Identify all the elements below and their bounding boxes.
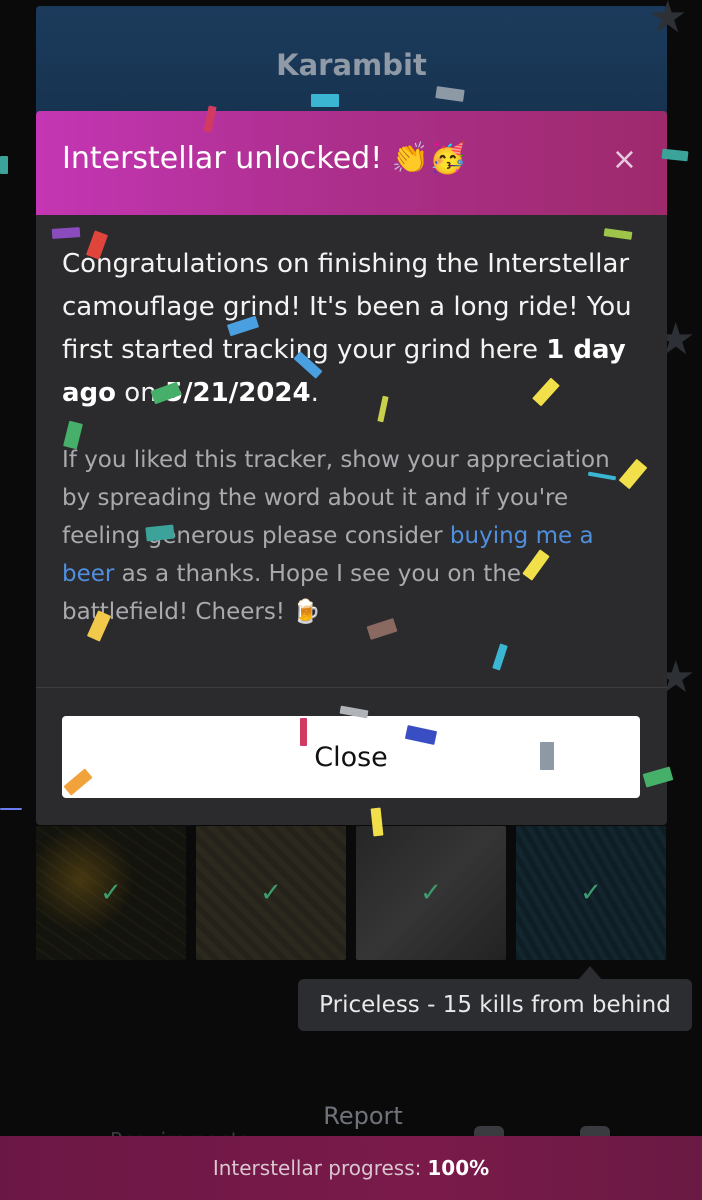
appreciation-text: If you liked this tracker, show your app… [62,441,642,631]
close-button[interactable]: Close [62,716,640,798]
check-icon: ✓ [100,878,122,908]
appreciation-text-part: as a thanks. Hope I see you on the battl… [62,561,522,625]
progress-bar: Interstellar progress: 100% [0,1136,702,1200]
congrats-text: Congratulations on finishing the Interst… [62,243,642,415]
close-icon[interactable]: × [612,145,637,175]
camo-tooltip: Priceless - 15 kills from behind [298,979,692,1031]
progress-label: Interstellar progress: [212,1156,422,1180]
report-button[interactable]: Report [300,1102,426,1130]
modal-header: Interstellar unlocked! 👏🥳 × [36,111,667,215]
camo-tile[interactable]: ✓ [516,826,666,960]
check-icon: ✓ [580,878,602,908]
progress-value: 100% [427,1156,490,1180]
camo-tile[interactable]: ✓ [356,826,506,960]
congrats-text-part: . [310,378,319,408]
modal-divider [36,687,667,688]
modal-title: Interstellar unlocked! 👏🥳 [62,141,467,176]
modal-body: Congratulations on finishing the Interst… [62,243,642,631]
camo-tile[interactable]: ✓ [196,826,346,960]
congrats-text-part: on [116,378,165,408]
camo-tile[interactable]: ✓ [36,826,186,960]
star-icon[interactable]: ★ [648,0,687,40]
camo-grid: ✓ ✓ ✓ ✓ [36,826,667,960]
unlock-modal: Interstellar unlocked! 👏🥳 × Congratulati… [36,111,667,825]
tooltip-arrow [578,966,602,980]
tracking-start-date: 5/21/2024 [164,378,311,408]
check-icon: ✓ [260,878,282,908]
check-icon: ✓ [420,878,442,908]
weapon-name: Karambit [276,48,427,82]
